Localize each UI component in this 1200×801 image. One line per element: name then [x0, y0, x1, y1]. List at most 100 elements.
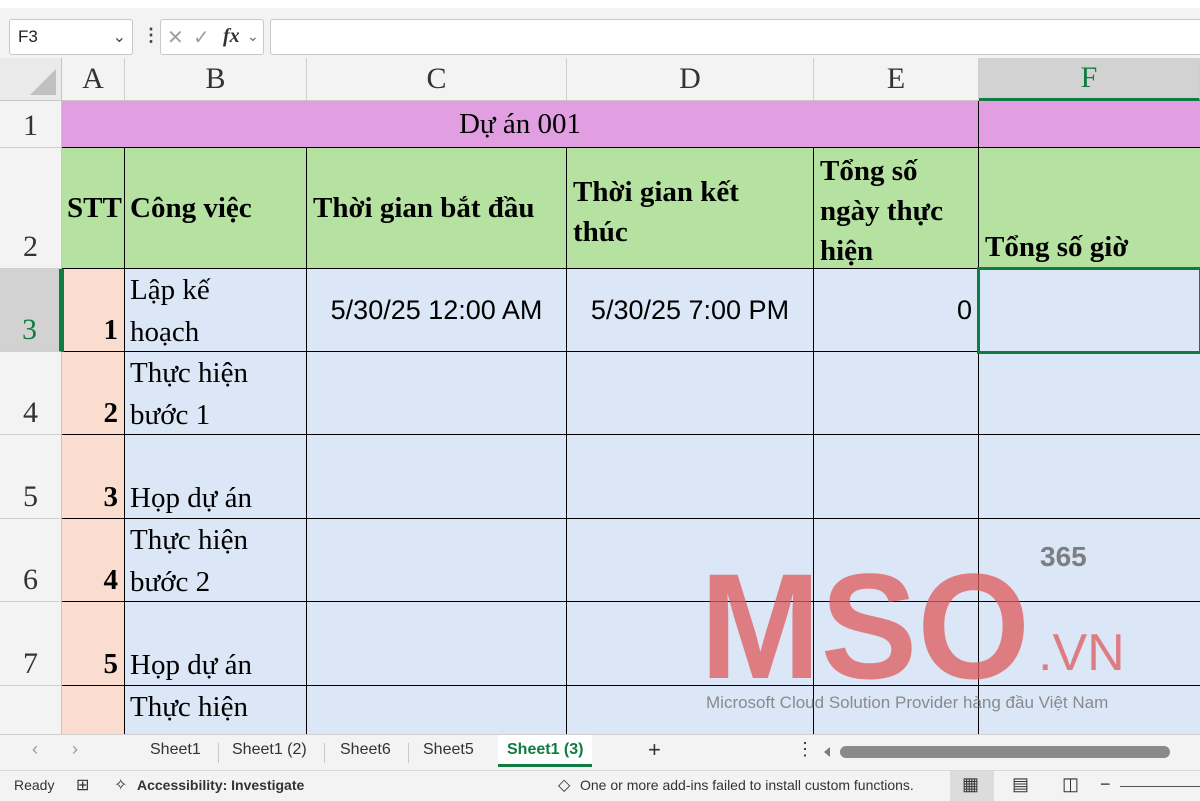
cell-hours-row6[interactable]	[979, 686, 1200, 734]
addin-message[interactable]: One or more add-ins failed to install cu…	[580, 777, 914, 793]
cell-stt-row3[interactable]: 3	[62, 435, 125, 519]
row-header-1[interactable]: 1	[0, 101, 62, 148]
cell-task-row3[interactable]: Họp dự án	[125, 435, 307, 519]
horizontal-scrollbar[interactable]	[822, 743, 1192, 761]
cell-task-row5[interactable]: Họp dự án	[125, 602, 307, 686]
header-task[interactable]: Công việc	[125, 148, 307, 269]
scroll-left-icon[interactable]: ‹	[32, 739, 38, 760]
cell-task-row4[interactable]: Thực hiện bước 2	[125, 519, 307, 602]
enter-check-icon[interactable]: ✓	[193, 25, 210, 50]
cell-days-row4[interactable]	[814, 519, 979, 602]
header-stt[interactable]: STT	[62, 148, 125, 269]
cell-days-row6[interactable]	[814, 686, 979, 734]
status-ready: Ready	[14, 777, 55, 793]
cancel-icon[interactable]: ✕	[167, 25, 184, 50]
formula-buttons: ✕ ✓ fx ⌄	[160, 19, 264, 55]
normal-view-icon[interactable]: ▦	[962, 774, 979, 795]
header-end-line2: thúc	[573, 216, 628, 248]
cell-stt-row6[interactable]	[62, 686, 125, 734]
column-header-b[interactable]: B	[125, 58, 307, 101]
header-total-hours[interactable]: Tổng số giờ	[979, 148, 1200, 269]
cell-end-row3[interactable]	[567, 435, 814, 519]
cell-task-row6[interactable]: Thực hiện	[125, 686, 307, 734]
task-line2: hoạch	[130, 316, 200, 348]
tab-sheet1[interactable]: Sheet1	[150, 741, 201, 759]
active-cell-selection	[977, 267, 1200, 354]
task-line1	[130, 602, 306, 644]
column-header-d[interactable]: D	[567, 58, 814, 101]
name-box[interactable]: F3 ⌄	[9, 19, 133, 55]
cell-hours-row5[interactable]	[979, 602, 1200, 686]
cell-end-row5[interactable]	[567, 602, 814, 686]
cell-end-row2[interactable]	[567, 352, 814, 435]
macro-recording-icon[interactable]: ⊞	[76, 775, 89, 795]
select-all-button[interactable]	[0, 58, 62, 101]
cell-start-row6[interactable]	[307, 686, 567, 734]
addin-warning-icon[interactable]: ◇	[558, 775, 570, 795]
page-break-view-icon[interactable]: ◫	[1062, 774, 1079, 795]
row-header-2[interactable]: 2	[0, 148, 62, 269]
more-options-icon[interactable]: ⋮	[796, 739, 814, 760]
cell-hours-row2[interactable]	[979, 352, 1200, 435]
header-end-time[interactable]: Thời gian kết thúc	[567, 148, 814, 269]
task-line2: Họp dự án	[130, 649, 253, 681]
header-start-time[interactable]: Thời gian bắt đầu	[307, 148, 567, 269]
cell-days-row1[interactable]: 0	[814, 269, 979, 352]
row-header-5[interactable]: 5	[0, 435, 62, 519]
row-header-8[interactable]	[0, 686, 62, 734]
cell-stt-row5[interactable]: 5	[62, 602, 125, 686]
cell-stt-row4[interactable]: 4	[62, 519, 125, 602]
cell-task-row2[interactable]: Thực hiện bước 1	[125, 352, 307, 435]
cell-start-row2[interactable]	[307, 352, 567, 435]
cell-end-row1[interactable]: 5/30/25 7:00 PM	[567, 269, 814, 352]
formula-bar: F3 ⌄ ⋮ ✕ ✓ fx ⌄	[0, 8, 1200, 58]
cell-days-row2[interactable]	[814, 352, 979, 435]
task-line1	[130, 435, 306, 477]
insert-function-button[interactable]: fx	[223, 25, 240, 48]
title-cell[interactable]: Dự án 001	[62, 101, 979, 148]
cell-end-row4[interactable]	[567, 519, 814, 602]
formula-input[interactable]	[270, 19, 1200, 55]
task-line1: Lập kế	[130, 274, 210, 306]
cell-days-row5[interactable]	[814, 602, 979, 686]
cell-hours-row3[interactable]	[979, 435, 1200, 519]
zoom-slider[interactable]	[1120, 786, 1200, 787]
cell-days-row3[interactable]	[814, 435, 979, 519]
column-header-e[interactable]: E	[814, 58, 979, 101]
cell-start-row4[interactable]	[307, 519, 567, 602]
tab-sheet1-3[interactable]: Sheet1 (3)	[507, 741, 583, 759]
cell-start-row3[interactable]	[307, 435, 567, 519]
cell-start-row5[interactable]	[307, 602, 567, 686]
row-header-7[interactable]: 7	[0, 602, 62, 686]
accessibility-icon[interactable]: ✧	[114, 775, 127, 795]
cell-f1[interactable]	[979, 101, 1200, 148]
accessibility-status[interactable]: Accessibility: Investigate	[137, 777, 304, 793]
column-header-c[interactable]: C	[307, 58, 567, 101]
task-line2: bước 2	[130, 566, 211, 598]
header-days-line2: ngày thực	[820, 195, 943, 227]
zoom-out-icon[interactable]: −	[1100, 774, 1111, 795]
page-layout-view-icon[interactable]: ▤	[1012, 774, 1029, 795]
cell-stt-row2[interactable]: 2	[62, 352, 125, 435]
column-header-a[interactable]: A	[62, 58, 125, 101]
chevron-down-icon[interactable]: ⌄	[247, 28, 259, 45]
row-header-4[interactable]: 4	[0, 352, 62, 435]
row-header-6[interactable]: 6	[0, 519, 62, 602]
cell-end-row6[interactable]	[567, 686, 814, 734]
formula-bar-grip-icon[interactable]: ⋮	[142, 25, 160, 46]
chevron-down-icon[interactable]: ⌄	[113, 27, 126, 47]
cell-stt-row1[interactable]: 1	[62, 269, 125, 352]
task-line1: Thực hiện	[130, 357, 248, 389]
column-header-f[interactable]: F	[979, 58, 1200, 101]
cell-task-row1[interactable]: Lập kế hoạch	[125, 269, 307, 352]
add-sheet-button[interactable]: +	[648, 737, 661, 763]
tab-sheet6[interactable]: Sheet6	[340, 741, 391, 759]
cell-hours-row4[interactable]	[979, 519, 1200, 602]
tab-sheet1-2[interactable]: Sheet1 (2)	[232, 741, 307, 759]
scroll-right-icon[interactable]: ›	[72, 739, 78, 760]
header-total-days[interactable]: Tổng số ngày thực hiện	[814, 148, 979, 269]
cell-start-row1[interactable]: 5/30/25 12:00 AM	[307, 269, 567, 352]
row-header-3[interactable]: 3	[0, 269, 62, 352]
tab-sheet5[interactable]: Sheet5	[423, 741, 474, 759]
status-bar: Ready ⊞ ✧ Accessibility: Investigate ◇ O…	[0, 770, 1200, 801]
